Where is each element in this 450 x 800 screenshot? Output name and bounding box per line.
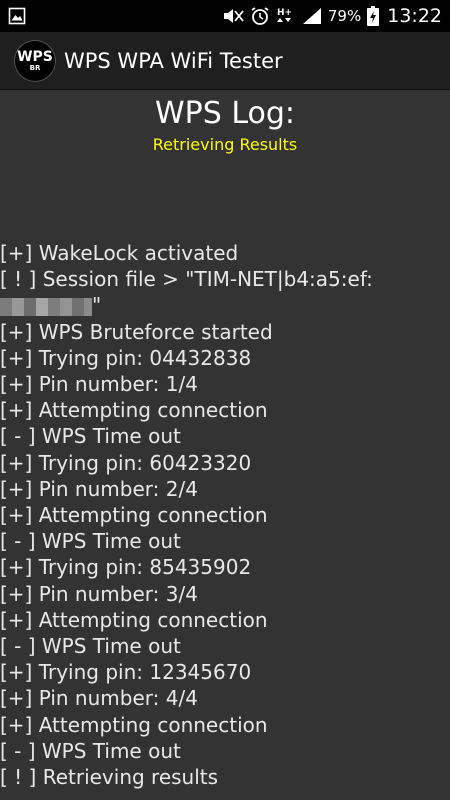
log-line: [ - ] WPS Time out: [0, 529, 181, 554]
log-line: [+] Pin number: 1/4: [0, 372, 198, 397]
log-line: [ - ] WPS Time out: [0, 634, 181, 659]
log-line-text: ": [92, 293, 102, 318]
log-line: [+] Pin number: 3/4: [0, 581, 198, 606]
log-line: [+] Attempting connection: [0, 607, 268, 632]
log-line-session-continuation: ": [0, 292, 450, 318]
log-line: [+] Trying pin: 85435902: [0, 555, 252, 580]
app-title: WPS WPA WiFi Tester: [64, 48, 283, 73]
log-line: [ - ] WPS Time out: [0, 738, 181, 763]
log-line: [ ! ] Retrieving results: [0, 765, 219, 790]
log-view: WPS Log: Retrieving Results [+] WakeLock…: [0, 96, 450, 790]
alarm-icon: [250, 6, 270, 26]
log-line: [ - ] WPS Time out: [0, 424, 181, 449]
log-lines[interactable]: [+] WakeLock activated [ ! ] Session fil…: [0, 240, 450, 790]
log-line: [ ! ] Session file > "TIM-NET|b4:a5:ef:: [0, 267, 373, 292]
status-bar: H+ 79% 13:22: [0, 0, 450, 32]
log-status: Retrieving Results: [152, 135, 298, 154]
log-line: [+] Pin number: 4/4: [0, 686, 198, 711]
clock: 13:22: [387, 5, 442, 27]
log-line: [+] Trying pin: 12345670: [0, 660, 252, 685]
log-line: [+] Attempting connection: [0, 503, 268, 528]
log-line: [+] Attempting connection: [0, 712, 268, 737]
app-logo-subtext: BR: [29, 63, 41, 72]
action-bar: WPS BR WPS WPA WiFi Tester: [0, 32, 450, 90]
log-line: [+] Pin number: 2/4: [0, 476, 198, 501]
image-icon: [8, 7, 26, 25]
signal-icon: [302, 7, 322, 25]
log-line: [+] WPS Bruteforce started: [0, 319, 273, 344]
log-title: WPS Log:: [154, 96, 296, 131]
mute-icon: [222, 7, 244, 25]
log-line: [+] WakeLock activated: [0, 241, 239, 265]
log-line: [+] Trying pin: 04432838: [0, 345, 252, 370]
redacted-mac-address: [0, 297, 92, 316]
app-logo-icon[interactable]: WPS BR: [14, 39, 56, 82]
battery-charging-icon: [367, 6, 380, 26]
svg-text:H+: H+: [277, 8, 292, 18]
app-logo-text: WPS: [17, 48, 53, 65]
battery-percent: 79%: [327, 7, 362, 25]
log-line: [+] Trying pin: 60423320: [0, 450, 252, 475]
log-line: [+] Attempting connection: [0, 398, 268, 423]
hplus-data-icon: H+: [276, 6, 296, 26]
